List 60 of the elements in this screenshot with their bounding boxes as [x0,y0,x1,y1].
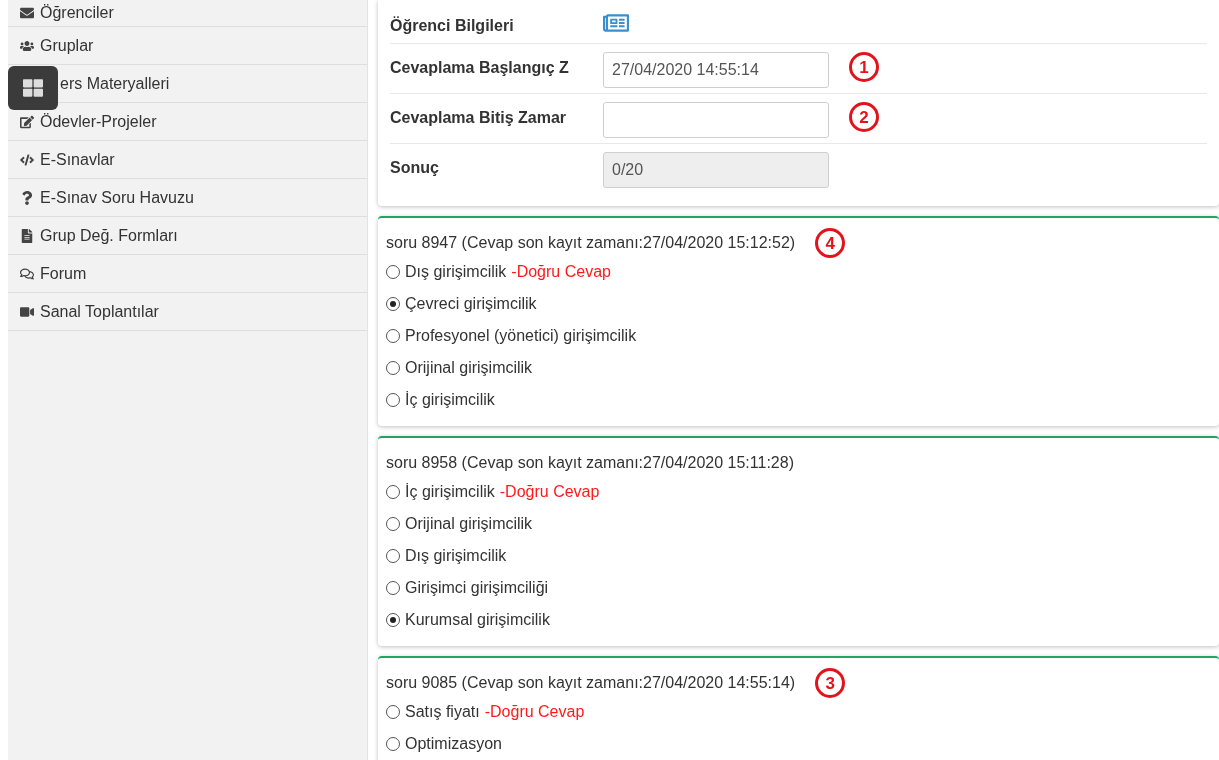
radio-button[interactable] [386,297,400,311]
correct-answer-note: -Doğru Cevap [484,702,585,722]
sidebar-item[interactable]: E-Sınavlar [20,147,115,172]
numbered-annotation: 3 [815,668,846,698]
option-label: Satış fiyatı [405,702,480,722]
radio-button[interactable] [386,549,400,563]
option-label: Orijinal girişimcilik [405,358,533,378]
correct-answer-note: -Doğru Cevap [511,262,611,282]
option-label: Optimizasyon [405,734,502,754]
question-title: soru 8947 (Cevap son kayıt zamanı:27/04/2020 15:12:52) [386,233,796,253]
question-title: soru 8958 (Cevap son kayıt zamanı:27/04/2020 15:11:28) [386,453,794,473]
field-label: Cevaplama Başlangıç Z [390,58,570,78]
option-label: İç girişimcilik [405,482,495,502]
sidebar-item[interactable]: Öğrenciler [20,1,114,25]
question-icon [20,190,34,205]
sidebar-item[interactable]: E-Sınav Soru Havuzu [20,185,194,210]
sidebar-item[interactable]: ers Materyalleri [60,71,170,96]
radio-button[interactable] [386,485,400,499]
numbered-annotation: 4 [815,228,846,258]
text-field[interactable]: 0/20 [603,152,829,188]
radio-button[interactable] [386,329,400,343]
sidebar-item[interactable]: Forum [20,261,87,286]
edit-icon [20,114,34,129]
option-label: Dış girişimcilik [405,262,507,282]
question-title: soru 9085 (Cevap son kayıt zamanı:27/04/2020 14:55:14) [386,673,796,693]
video-camera-icon [20,304,34,319]
radio-button[interactable] [386,393,400,407]
field-label: Sonuç [390,158,440,178]
radio-button[interactable] [386,737,400,751]
radio-button[interactable] [386,705,400,719]
radio-button[interactable] [386,517,400,531]
field-label: Öğrenci Bilgileri [390,15,515,36]
numbered-annotation: 2 [849,102,879,132]
grid-toggle-button[interactable] [8,66,58,110]
code-icon [20,152,34,167]
radio-button[interactable] [386,581,400,595]
sidebar-item[interactable]: Grup Değ. Formları [20,223,178,248]
numbered-annotation: 1 [849,52,879,82]
radio-button[interactable] [386,265,400,279]
users-icon [20,38,34,53]
option-label: Kurumsal girişimcilik [405,610,550,630]
comments-icon [20,266,34,281]
option-label: Dış girişimcilik [405,546,507,566]
field-label: Cevaplama Bitiş Zamar [390,108,568,128]
option-label: Çevreci girişimcilik [405,294,537,314]
radio-button[interactable] [386,361,400,375]
correct-answer-note: -Doğru Cevap [499,482,600,502]
radio-button[interactable] [386,613,400,627]
sidebar-item[interactable]: Sanal Toplantılar [20,299,159,324]
sidebar-item[interactable]: Ödevler-Projeler [20,109,157,134]
option-label: Orijinal girişimcilik [405,514,533,534]
option-label: Girişimci girişimciliği [405,578,549,598]
option-label: İç girişimcilik [405,390,495,410]
text-field[interactable]: 27/04/2020 14:55:14 [603,52,829,88]
envelope-icon [20,6,34,20]
grid-icon [23,78,43,98]
file-icon [20,228,34,243]
option-label: Profesyonel (yönetici) girişimcilik [405,326,637,346]
text-field[interactable] [603,102,829,138]
sidebar-item[interactable]: Gruplar [20,33,94,58]
